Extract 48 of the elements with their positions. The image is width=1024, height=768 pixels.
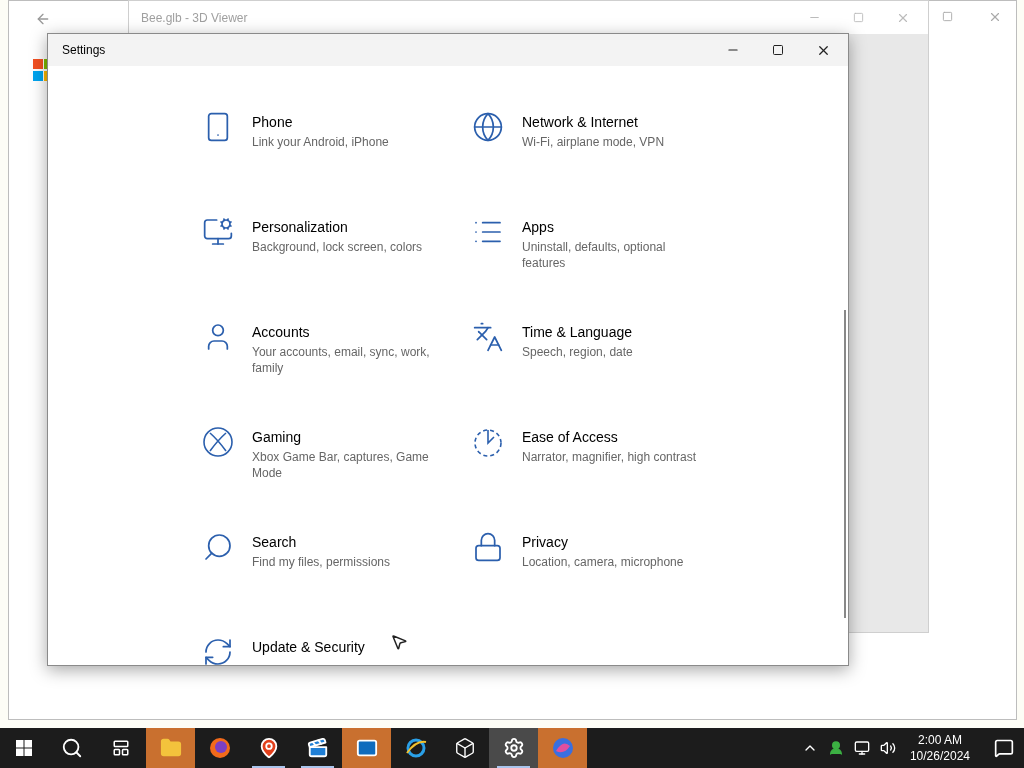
volume-icon[interactable] xyxy=(879,740,896,756)
refresh-icon xyxy=(202,636,234,665)
search-icon xyxy=(61,737,83,759)
folder-icon xyxy=(159,737,182,759)
window-title: Settings xyxy=(62,42,106,59)
mouse-pointer-icon xyxy=(390,633,408,651)
category-title[interactable]: Personalization xyxy=(252,218,437,236)
category-title[interactable]: Privacy xyxy=(522,533,707,551)
settings-icon xyxy=(502,737,525,759)
category-description: Speech, region, date xyxy=(522,344,634,360)
clapperboard-icon xyxy=(306,737,329,759)
category-description: Background, lock screen, colors xyxy=(252,239,424,255)
category-title[interactable]: Time & Language xyxy=(522,323,707,341)
clock-time: 2:00 AM xyxy=(917,732,962,748)
scrollbar-thumb[interactable] xyxy=(844,310,846,618)
search-icon xyxy=(202,531,234,563)
category-title[interactable]: Phone xyxy=(252,113,437,131)
clock[interactable]: 2:00 AM 10/26/2024 xyxy=(905,732,974,764)
notification-icon[interactable] xyxy=(994,738,1014,758)
lock-icon xyxy=(472,531,504,563)
network-icon[interactable] xyxy=(853,740,870,756)
category-title[interactable]: Network & Internet xyxy=(522,113,707,131)
category-title[interactable]: Ease of Access xyxy=(522,428,707,446)
category-title[interactable]: Accounts xyxy=(252,323,437,341)
dashed-dial-icon xyxy=(472,426,504,458)
category-description: Wi-Fi, airplane mode, VPN xyxy=(522,134,666,150)
windows-logo-icon xyxy=(16,740,32,756)
taskbar-app[interactable] xyxy=(489,728,538,768)
category-title[interactable]: Gaming xyxy=(252,428,437,446)
category-description: Link your Android, iPhone xyxy=(252,134,390,150)
category-description: Location, camera, microphone xyxy=(522,554,685,570)
four-squares-logo-icon xyxy=(33,59,47,81)
category-description: Your accounts, email, sync, work, family xyxy=(252,344,431,376)
category-description: Find my files, permissions xyxy=(252,554,392,570)
clock-date: 10/26/2024 xyxy=(909,748,970,764)
window-title: Bee.glb - 3D Viewer xyxy=(141,9,248,27)
back-arrow-icon[interactable] xyxy=(35,11,51,27)
category-description: Xbox Game Bar, captures, Game Mode xyxy=(252,449,430,481)
category-description: Uninstall, defaults, optional features xyxy=(522,239,667,271)
person-icon[interactable] xyxy=(827,740,844,756)
cube-icon xyxy=(453,737,476,759)
category-title[interactable]: Apps xyxy=(522,218,707,236)
maximize-icon[interactable] xyxy=(772,44,784,56)
category-description: Narrator, magnifier, high contrast xyxy=(522,449,698,465)
category-title[interactable]: Update & Security xyxy=(252,638,437,656)
category-title[interactable]: Search xyxy=(252,533,437,551)
globe-icon xyxy=(472,111,504,143)
task-view-icon xyxy=(112,739,130,757)
